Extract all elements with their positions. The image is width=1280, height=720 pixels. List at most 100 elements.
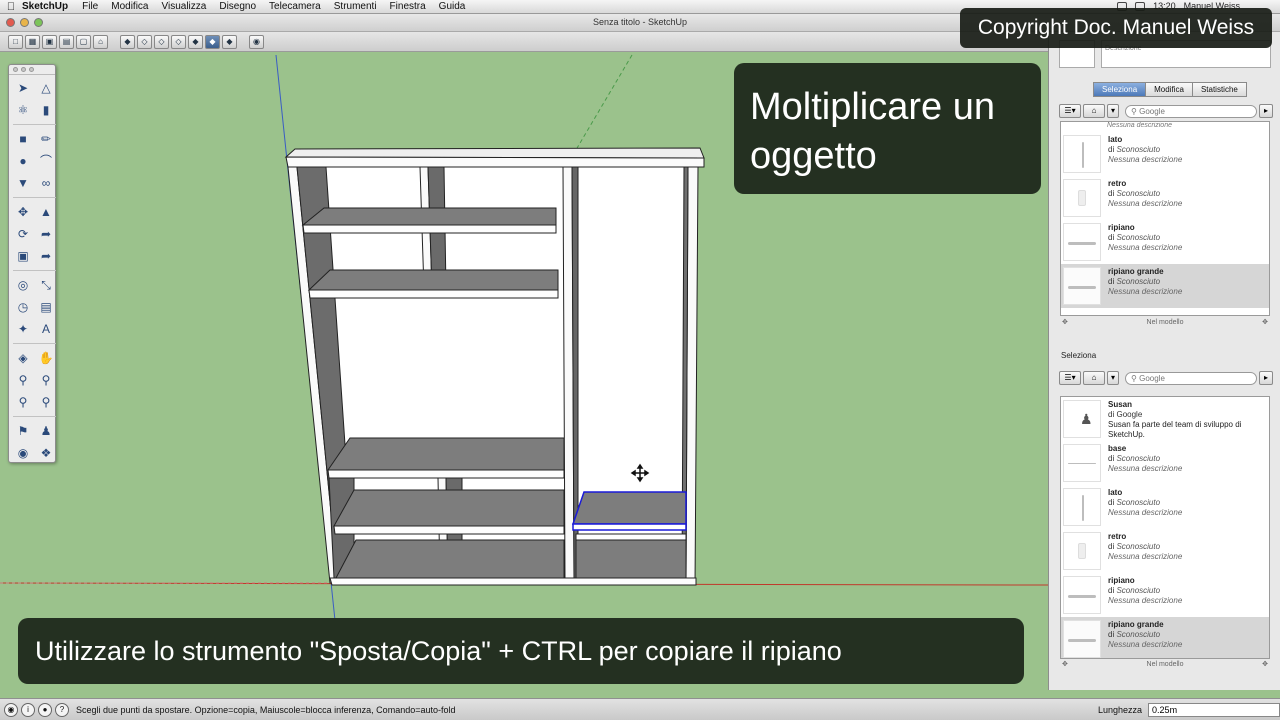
make-component-icon[interactable]: △ — [36, 78, 56, 98]
minimize-window-button[interactable] — [20, 18, 29, 27]
push-pull-icon[interactable]: ▲ — [36, 202, 56, 222]
view-options-icon[interactable]: ☰▾ — [1059, 371, 1081, 385]
back-view-icon[interactable]: ◆ — [188, 34, 203, 49]
selected-shelf[interactable] — [571, 491, 687, 531]
offset-tool-icon[interactable]: ➦ — [36, 246, 56, 266]
tab-statistiche[interactable]: Statistiche — [1191, 82, 1247, 97]
item-name: ripiano — [1108, 576, 1135, 585]
circle-tool-icon[interactable]: ● — [13, 151, 33, 171]
print-icon[interactable]: ▤ — [59, 34, 74, 49]
line-tool-icon[interactable]: ✏ — [36, 129, 56, 149]
menu-modifica[interactable]: Modifica — [111, 1, 148, 12]
open-file-icon[interactable]: ▦ — [25, 34, 40, 49]
navigation-dropdown-icon[interactable]: ▾ — [1107, 371, 1119, 385]
pan-tool-icon[interactable]: ✋ — [36, 348, 56, 368]
list-item[interactable]: ♟ Susan di Google Susan fa parte del team … — [1061, 397, 1269, 441]
freehand-tool-icon[interactable]: ∞ — [36, 173, 56, 193]
select-tool-icon[interactable]: ➤ — [13, 78, 33, 98]
list-item[interactable]: lato di Sconosciuto Nessuna descrizione — [1061, 485, 1269, 529]
search-input[interactable]: ⚲ Google — [1125, 371, 1257, 385]
search-placeholder: Google — [1139, 106, 1165, 116]
tab-modifica[interactable]: Modifica — [1145, 82, 1193, 97]
arc-tool-icon[interactable]: ⌒ — [36, 151, 56, 171]
menu-strumenti[interactable]: Strumenti — [334, 1, 377, 12]
measurements-input[interactable] — [1148, 703, 1280, 717]
menu-app[interactable]: SketchUp — [22, 1, 68, 12]
home-icon[interactable]: ⌂ — [1083, 371, 1105, 385]
look-around-icon[interactable]: ◉ — [13, 443, 33, 463]
close-window-button[interactable] — [6, 18, 15, 27]
polygon-tool-icon[interactable]: ▼ — [13, 173, 33, 193]
rotate-tool-icon[interactable]: ⟳ — [13, 224, 33, 244]
list-item-selected[interactable]: ripiano grande di Sconosciuto Nessuna desc… — [1061, 617, 1269, 658]
rectangle-tool-icon[interactable]: ■ — [13, 129, 33, 149]
zoom-window-icon[interactable]: ⚲ — [36, 370, 56, 390]
add-icon[interactable]: ✥ — [1062, 659, 1068, 671]
protractor-icon[interactable]: ◷ — [13, 297, 33, 317]
top-view-icon[interactable]: ◇ — [137, 34, 152, 49]
zoom-extents-icon[interactable]: ⚲ — [13, 392, 33, 412]
menu-guida[interactable]: Guida — [439, 1, 466, 12]
search-placeholder: Google — [1139, 373, 1165, 383]
iso-view-icon[interactable]: ◆ — [120, 34, 135, 49]
credits-icon[interactable]: i — [21, 702, 35, 717]
list-item[interactable]: lato di Sconosciuto Nessuna descrizione — [1061, 132, 1269, 176]
list-item-selected[interactable]: ripiano grande di Sconosciuto Nessuna desc… — [1061, 264, 1269, 308]
camera-icon[interactable]: ◉ — [249, 34, 264, 49]
list-item[interactable]: ripiano di Sconosciuto Nessuna descrizione — [1061, 220, 1269, 264]
save-icon[interactable]: ▣ — [42, 34, 57, 49]
dimension-tool-icon[interactable]: ⤡ — [36, 275, 56, 295]
text-tool-icon[interactable]: ▤ — [36, 297, 56, 317]
axes-tool-icon[interactable]: ✦ — [13, 319, 33, 339]
new-file-icon[interactable]: □ — [8, 34, 23, 49]
expand-icon[interactable]: ✥ — [1262, 659, 1268, 671]
item-description: Nessuna descrizione — [1108, 243, 1183, 252]
expand-icon[interactable]: ✥ — [1262, 317, 1268, 329]
menu-disegno[interactable]: Disegno — [219, 1, 256, 12]
tab-seleziona[interactable]: Seleziona — [1093, 82, 1147, 97]
scale-tool-icon[interactable]: ▣ — [13, 246, 33, 266]
help-icon[interactable]: ? — [55, 702, 69, 717]
user-icon[interactable]: ● — [38, 702, 52, 717]
list-item[interactable]: retro di Sconosciuto Nessuna descrizione — [1061, 529, 1269, 573]
navigation-dropdown-icon[interactable]: ▾ — [1107, 104, 1119, 118]
move-tool-icon[interactable]: ✥ — [13, 202, 33, 222]
model-info-icon[interactable]: ▢ — [76, 34, 91, 49]
menu-file[interactable]: File — [82, 1, 98, 12]
menu-visualizza[interactable]: Visualizza — [162, 1, 207, 12]
add-icon[interactable]: ✥ — [1062, 317, 1068, 329]
walk-tool-icon[interactable]: ♟ — [36, 421, 56, 441]
green-axis — [569, 54, 633, 161]
status-bar: ◉ i ● ? Scegli due punti da spostare. Op… — [0, 698, 1280, 720]
menu-finestra[interactable]: Finestra — [390, 1, 426, 12]
orbit-tool-icon[interactable]: ◈ — [13, 348, 33, 368]
list-item[interactable]: retro di Sconosciuto Nessuna descrizione — [1061, 176, 1269, 220]
shaded-style-icon[interactable]: ◆ — [205, 34, 220, 49]
follow-me-icon[interactable]: ➦ — [36, 224, 56, 244]
previous-view-icon[interactable]: ⚲ — [36, 392, 56, 412]
list-item[interactable]: base di Sconosciuto Nessuna descrizione — [1061, 441, 1269, 485]
details-icon[interactable]: ▸ — [1259, 104, 1273, 118]
apple-icon[interactable]:  — [0, 1, 22, 13]
item-name: retro — [1108, 532, 1127, 541]
list-item[interactable]: ripiano di Sconosciuto Nessuna descrizione — [1061, 573, 1269, 617]
home-icon[interactable]: ⌂ — [93, 34, 108, 49]
geolocation-icon[interactable]: ◉ — [4, 702, 18, 717]
right-view-icon[interactable]: ◇ — [171, 34, 186, 49]
eraser-icon[interactable]: ▮ — [36, 100, 56, 120]
menu-telecamera[interactable]: Telecamera — [269, 1, 321, 12]
tape-measure-icon[interactable]: ◎ — [13, 275, 33, 295]
section-plane-icon[interactable]: ❖ — [36, 443, 56, 463]
home-icon[interactable]: ⌂ — [1083, 104, 1105, 118]
search-input[interactable]: ⚲ Google — [1125, 104, 1257, 118]
textured-style-icon[interactable]: ◆ — [222, 34, 237, 49]
top-list-footer: ✥ Nel modello ✥ — [1060, 317, 1270, 329]
zoom-window-button[interactable] — [34, 18, 43, 27]
view-options-icon[interactable]: ☰▾ — [1059, 104, 1081, 118]
position-camera-icon[interactable]: ⚑ — [13, 421, 33, 441]
front-view-icon[interactable]: ◇ — [154, 34, 169, 49]
zoom-tool-icon[interactable]: ⚲ — [13, 370, 33, 390]
details-icon[interactable]: ▸ — [1259, 371, 1273, 385]
3d-text-icon[interactable]: A — [36, 319, 56, 339]
paint-bucket-icon[interactable]: ⚛ — [13, 100, 33, 120]
